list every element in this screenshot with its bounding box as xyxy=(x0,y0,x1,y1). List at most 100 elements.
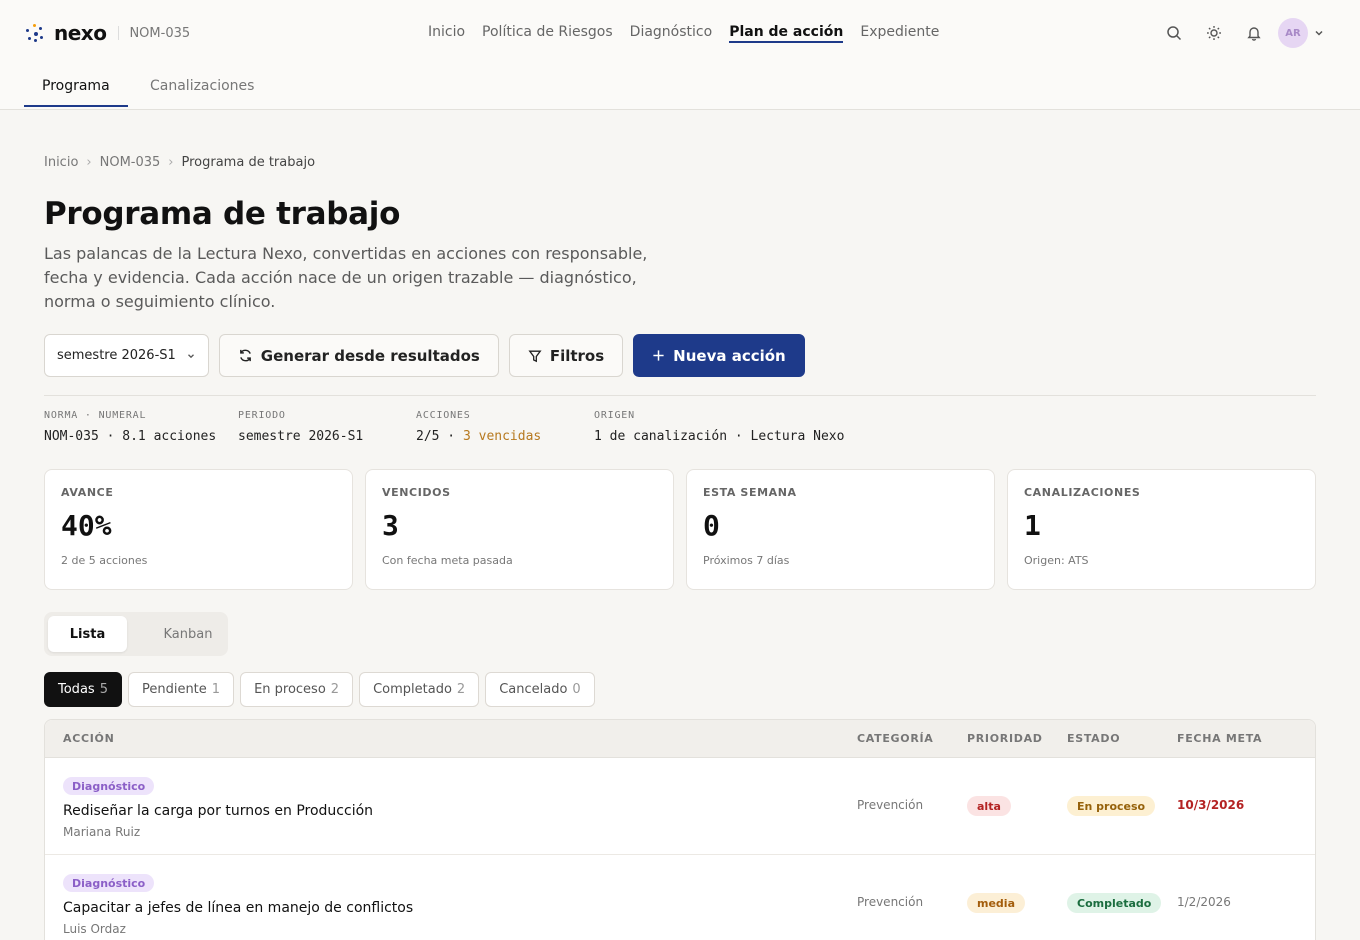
brand-logo[interactable]: nexo NOM-035 xyxy=(26,21,190,45)
breadcrumb-separator: › xyxy=(168,155,174,170)
meta-value: semestre 2026-S1 xyxy=(238,429,364,444)
column-header-fecha-meta[interactable]: FECHA META xyxy=(1177,732,1262,745)
nav-plan-de-accion[interactable]: Plan de acción xyxy=(729,24,844,43)
header-tools: AR xyxy=(1154,17,1330,49)
table-header: ACCIÓN CATEGORÍA PRIORIDAD ESTADO FECHA … xyxy=(45,720,1315,758)
filter-completado[interactable]: Completado 2 xyxy=(359,672,480,707)
column-header-prioridad[interactable]: PRIORIDAD xyxy=(967,732,1043,745)
user-menu-toggle[interactable] xyxy=(1308,27,1330,39)
bell-icon xyxy=(1247,27,1261,41)
meta-periodo: PERIODO semestre 2026-S1 xyxy=(238,410,363,444)
filter-cancelado[interactable]: Cancelado 0 xyxy=(485,672,595,707)
stat-value: 0 xyxy=(703,509,720,542)
column-header-categoria[interactable]: CATEGORÍA xyxy=(857,732,934,745)
due-date: 10/3/2026 xyxy=(1177,798,1245,812)
filters-button[interactable]: Filtros xyxy=(508,334,624,377)
nav-politica-riesgos[interactable]: Política de Riesgos xyxy=(482,24,613,43)
priority-badge: alta xyxy=(967,796,1011,816)
stat-card-canalizaciones: CANALIZACIONES 1 Origen: ATS xyxy=(1007,469,1316,590)
stat-card-vencidos: VENCIDOS 3 Con fecha meta pasada xyxy=(365,469,674,590)
action-title[interactable]: Rediseñar la carga por turnos en Producc… xyxy=(63,803,373,819)
new-action-button[interactable]: Nueva acción xyxy=(633,334,805,377)
breadcrumb-inicio[interactable]: Inicio xyxy=(44,155,78,170)
filter-label: Pendiente xyxy=(141,682,207,697)
breadcrumb-nom035[interactable]: NOM-035 xyxy=(100,155,161,170)
filter-pendiente[interactable]: Pendiente 1 xyxy=(127,672,235,707)
meta-label: ORIGEN xyxy=(594,410,635,421)
stat-card-avance: AVANCE 40% 2 de 5 acciones xyxy=(44,469,353,590)
meta-value: 1 de canalización · Lectura Nexo xyxy=(594,429,845,444)
action-owner: Luis Ordaz xyxy=(63,922,126,936)
meta-acciones: ACCIONES 2/5 · 3 vencidas xyxy=(416,410,541,444)
meta-value: NOM-035 · 8.1 acciones xyxy=(44,429,217,444)
brand-name: nexo xyxy=(54,21,107,45)
generate-label: Generar desde resultados xyxy=(260,346,480,365)
theme-toggle-button[interactable] xyxy=(1194,17,1234,49)
stat-label: ESTA SEMANA xyxy=(703,486,797,499)
generate-from-results-button[interactable]: Generar desde resultados xyxy=(218,334,499,377)
stat-value: 1 xyxy=(1024,509,1041,542)
filter-count: 1 xyxy=(211,682,221,697)
stat-label: VENCIDOS xyxy=(382,486,451,499)
stat-label: AVANCE xyxy=(61,486,114,499)
page-title: Programa de trabajo xyxy=(44,196,401,232)
column-header-estado[interactable]: ESTADO xyxy=(1067,732,1120,745)
origin-tag: Diagnóstico xyxy=(63,874,155,892)
breadcrumb-separator: › xyxy=(86,155,92,170)
status-badge: Completado xyxy=(1067,893,1162,913)
filter-en-proceso[interactable]: En proceso 2 xyxy=(240,672,354,707)
nav-inicio[interactable]: Inicio xyxy=(428,24,465,43)
avatar[interactable]: AR xyxy=(1278,18,1308,48)
tab-canalizaciones[interactable]: Canalizaciones xyxy=(150,78,254,94)
main-nav: Inicio Política de Riesgos Diagnóstico P… xyxy=(428,24,939,43)
filter-count: 0 xyxy=(572,682,581,697)
origin-tag: Diagnóstico xyxy=(63,777,155,795)
stat-subtext: Origen: ATS xyxy=(1024,554,1089,567)
stat-value: 40% xyxy=(61,509,112,542)
period-select-value: semestre 2026-S1 xyxy=(57,348,176,363)
table-row[interactable]: Diagnóstico Rediseñar la carga por turno… xyxy=(45,758,1315,855)
notifications-button[interactable] xyxy=(1234,17,1274,49)
action-category: Prevención xyxy=(857,798,924,812)
status-badge: En proceso xyxy=(1067,796,1156,816)
breadcrumb: Inicio › NOM-035 › Programa de trabajo xyxy=(44,155,315,170)
section-divider xyxy=(44,395,1316,396)
filter-count: 2 xyxy=(456,682,466,697)
tab-programa[interactable]: Programa xyxy=(42,78,110,94)
new-action-label: Nueva acción xyxy=(673,346,786,365)
status-filters: Todas 5 Pendiente 1 En proceso 2 Complet… xyxy=(44,672,595,707)
stat-card-esta-semana: ESTA SEMANA 0 Próximos 7 días xyxy=(686,469,995,590)
refresh-icon xyxy=(239,349,251,362)
filter-label: En proceso xyxy=(254,682,326,697)
filter-todas[interactable]: Todas 5 xyxy=(44,672,122,707)
stat-subtext: 2 de 5 acciones xyxy=(61,554,148,567)
due-date: 1/2/2026 xyxy=(1177,895,1231,909)
brand-module: NOM-035 xyxy=(129,25,191,41)
meta-label: PERIODO xyxy=(238,410,286,421)
filter-label: Todas xyxy=(58,682,95,697)
period-select[interactable]: semestre 2026-S1 xyxy=(44,334,209,377)
filter-label: Cancelado xyxy=(499,682,568,697)
search-icon xyxy=(1167,26,1182,41)
action-title[interactable]: Capacitar a jefes de línea en manejo de … xyxy=(63,900,413,916)
stat-value: 3 xyxy=(382,509,399,542)
filter-count: 2 xyxy=(330,682,340,697)
filter-icon xyxy=(528,350,542,362)
action-owner: Mariana Ruiz xyxy=(63,825,141,839)
column-header-accion[interactable]: ACCIÓN xyxy=(63,732,115,745)
actions-table: ACCIÓN CATEGORÍA PRIORIDAD ESTADO FECHA … xyxy=(44,719,1316,940)
meta-origen: ORIGEN 1 de canalización · Lectura Nexo xyxy=(594,410,844,444)
nav-diagnostico[interactable]: Diagnóstico xyxy=(630,24,713,43)
search-button[interactable] xyxy=(1154,17,1194,49)
sub-tabs: Programa Canalizaciones xyxy=(0,66,1360,110)
plus-icon xyxy=(653,350,664,361)
top-navigation-bar: nexo NOM-035 Inicio Política de Riesgos … xyxy=(0,0,1360,66)
table-row[interactable]: Diagnóstico Capacitar a jefes de línea e… xyxy=(45,855,1315,940)
filter-label: Completado xyxy=(373,682,452,697)
stat-subtext: Con fecha meta pasada xyxy=(382,554,513,567)
view-kanban[interactable]: Kanban xyxy=(152,616,224,652)
view-toggle: Lista Kanban xyxy=(44,612,228,656)
view-lista[interactable]: Lista xyxy=(48,616,127,652)
nav-expediente[interactable]: Expediente xyxy=(860,24,939,43)
page-description: Las palancas de la Lectura Nexo, convert… xyxy=(44,244,648,311)
